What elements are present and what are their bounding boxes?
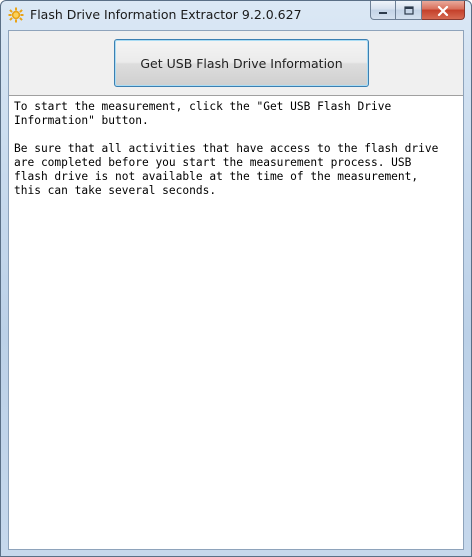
app-icon[interactable] [8, 7, 24, 23]
client-area: Get USB Flash Drive Information To start… [8, 30, 464, 550]
get-usb-info-button[interactable]: Get USB Flash Drive Information [114, 39, 369, 87]
close-icon [437, 1, 449, 20]
output-text-area[interactable]: To start the measurement, click the "Get… [9, 95, 463, 549]
minimize-icon [378, 1, 388, 20]
close-button[interactable] [422, 1, 465, 20]
warning-paragraph: Be sure that all activities that have ac… [14, 142, 439, 197]
minimize-button[interactable] [370, 1, 396, 20]
instruction-paragraph: To start the measurement, click the "Get… [14, 100, 392, 127]
caption-buttons [370, 1, 465, 21]
window-title: Flash Drive Information Extractor 9.2.0.… [30, 7, 302, 22]
app-window: Flash Drive Information Extractor 9.2.0.… [0, 0, 472, 557]
title-bar[interactable]: Flash Drive Information Extractor 9.2.0.… [1, 1, 471, 29]
toolbar: Get USB Flash Drive Information [9, 31, 463, 95]
maximize-button[interactable] [396, 1, 422, 20]
maximize-icon [403, 1, 414, 20]
